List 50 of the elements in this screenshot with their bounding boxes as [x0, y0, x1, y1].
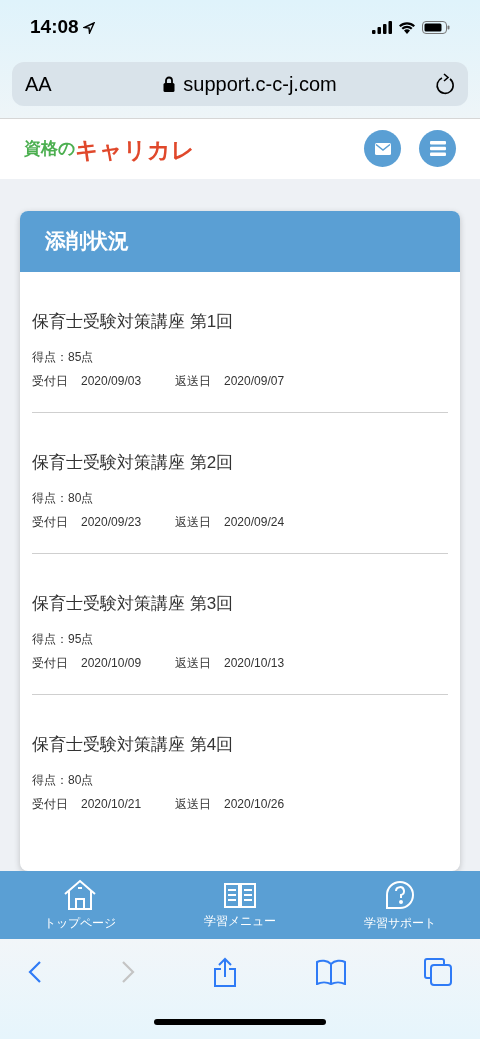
- logo[interactable]: 資格のキャリカレ: [24, 136, 195, 162]
- envelope-icon: [374, 142, 391, 155]
- returned-date: 2020/09/24: [224, 513, 285, 531]
- score-text: 得点：85点: [32, 348, 95, 366]
- received-label: 受付日: [32, 513, 69, 531]
- lock-icon: [163, 76, 176, 92]
- returned-label: 返送日: [175, 372, 212, 390]
- returned-date: 2020/10/26: [224, 795, 285, 813]
- item-title: 保育士受験対策講座 第1回: [32, 310, 235, 333]
- address-bar[interactable]: AA support.c-c-j.com: [12, 62, 468, 106]
- returned-label: 返送日: [175, 513, 212, 531]
- returned-label: 返送日: [175, 795, 212, 813]
- menu-icon: [429, 141, 446, 157]
- score-text: 得点：80点: [32, 771, 95, 789]
- received-label: 受付日: [32, 654, 69, 672]
- received-label: 受付日: [32, 372, 69, 390]
- score-text: 得点：80点: [32, 489, 95, 507]
- card-title: 添削状況: [45, 228, 129, 255]
- nav-tab[interactable]: トップページ: [0, 877, 160, 933]
- received-date: 2020/10/21: [81, 795, 143, 813]
- received-label: 受付日: [32, 795, 69, 813]
- nav-tab[interactable]: 学習サポート: [320, 877, 480, 933]
- battery-icon: [422, 21, 450, 34]
- back-icon[interactable]: [28, 960, 42, 985]
- signal-icon: [372, 21, 392, 34]
- item-title: 保育士受験対策講座 第3回: [32, 592, 235, 615]
- reload-icon[interactable]: [435, 73, 455, 95]
- received-date: 2020/09/03: [81, 372, 143, 390]
- status-time: 14:08: [30, 15, 79, 40]
- share-icon[interactable]: [213, 957, 237, 988]
- mail-button[interactable]: [364, 130, 401, 168]
- question-bubble-icon: [383, 879, 417, 912]
- location-arrow-icon: [82, 21, 95, 34]
- wifi-icon: [398, 21, 416, 34]
- returned-date: 2020/10/13: [224, 654, 285, 672]
- item-title: 保育士受験対策講座 第4回: [32, 733, 235, 756]
- url-text: support.c-c-j.com: [183, 72, 337, 97]
- nav-tab[interactable]: 学習メニュー: [160, 879, 320, 931]
- house-icon: [63, 879, 97, 912]
- text-size-button[interactable]: AA: [25, 69, 65, 99]
- returned-date: 2020/09/07: [224, 372, 285, 390]
- returned-label: 返送日: [175, 654, 212, 672]
- score-text: 得点：95点: [32, 630, 95, 648]
- tabs-icon[interactable]: [424, 958, 452, 987]
- book-icon[interactable]: [315, 959, 346, 986]
- received-date: 2020/10/09: [81, 654, 143, 672]
- book-icon: [223, 881, 257, 910]
- menu-button[interactable]: [419, 130, 456, 168]
- received-date: 2020/09/23: [81, 513, 143, 531]
- item-title: 保育士受験対策講座 第2回: [32, 451, 235, 474]
